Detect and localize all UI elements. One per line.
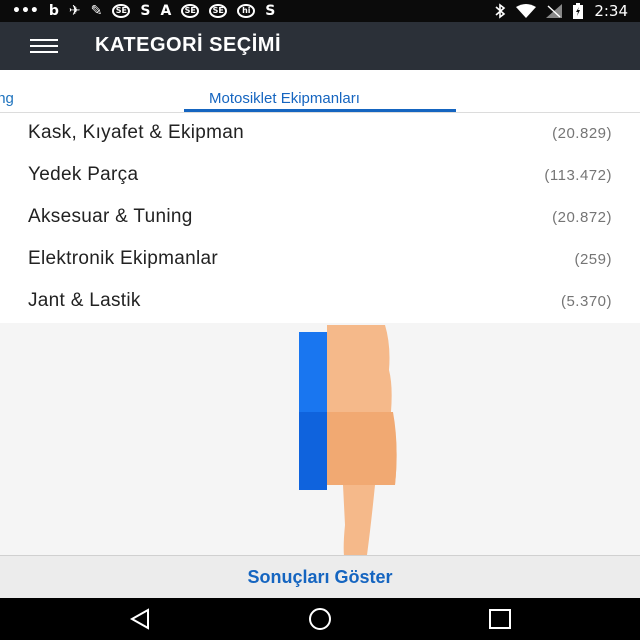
recent-apps-icon[interactable] [485,606,515,632]
home-icon[interactable] [305,606,335,632]
message-icon: ••• [12,3,39,19]
category-label: Yedek Parça [28,164,139,185]
bottom-action-bar: Sonuçları Göster [0,555,640,599]
tab-motorcycle-equipment[interactable]: Motosiklet Ekipmanları [209,90,360,107]
back-icon[interactable] [125,606,155,632]
system-icons: 2:34 [494,0,628,22]
hamburger-menu-icon[interactable] [30,39,58,53]
list-item[interactable]: Jant & Lastik (5.370) [0,281,640,323]
motorcycle-icon: ✈ [68,3,81,19]
tab-accessory-tuning[interactable]: Aksesuar & Tuning [0,90,14,107]
list-item[interactable]: Aksesuar & Tuning (20.872) [0,197,640,239]
app-bar: KATEGORİ SEÇİMİ [0,22,640,70]
active-tab-indicator [184,109,456,112]
b-app-icon: b [48,3,59,19]
category-count: (5.370) [560,293,612,310]
category-count: (259) [574,251,612,268]
category-count: (113.472) [544,167,612,184]
sahibinden-icon-3: SE [209,4,228,18]
category-label: Kask, Kıyafet & Ekipman [28,122,244,143]
s-app-icon-2: S [265,3,276,19]
list-item[interactable]: Elektronik Ekipmanlar (259) [0,239,640,281]
category-count: (20.872) [552,209,612,226]
wrench-icon: ✎ [90,3,103,19]
status-bar: ••• b ✈ ✎ SE S A SE SE hi S 2:34 [0,0,640,22]
category-label: Aksesuar & Tuning [28,206,193,227]
page-title: KATEGORİ SEÇİMİ [95,34,282,56]
sahibinden-icon-2: SE [181,4,200,18]
clock: 2:34 [594,2,628,20]
touch-indicator-bar-shade [299,412,327,490]
no-signal-icon [546,4,563,18]
battery-icon [573,3,584,19]
system-navigation-bar [0,598,640,640]
list-item[interactable]: Kask, Kıyafet & Ekipman (20.829) [0,113,640,155]
wifi-icon [516,4,537,18]
list-item[interactable]: Yedek Parça (113.472) [0,155,640,197]
finger-pointer-icon [327,325,397,571]
show-results-button[interactable]: Sonuçları Göster [0,556,640,599]
sahibinden-icon: SE [112,4,131,18]
hi-app-icon: hi [237,4,256,18]
bluetooth-icon [495,3,506,19]
a-app-icon: A [160,3,172,19]
category-label: Elektronik Ekipmanlar [28,248,219,269]
category-label: Jant & Lastik [28,290,141,311]
notification-icons: ••• b ✈ ✎ SE S A SE SE hi S [0,0,275,22]
category-list: Kask, Kıyafet & Ekipman (20.829) Yedek P… [0,113,640,323]
s-app-icon: S [140,3,151,19]
category-count: (20.829) [552,125,612,142]
category-tabs: Aksesuar & Tuning Motosiklet Ekipmanları [0,70,640,113]
